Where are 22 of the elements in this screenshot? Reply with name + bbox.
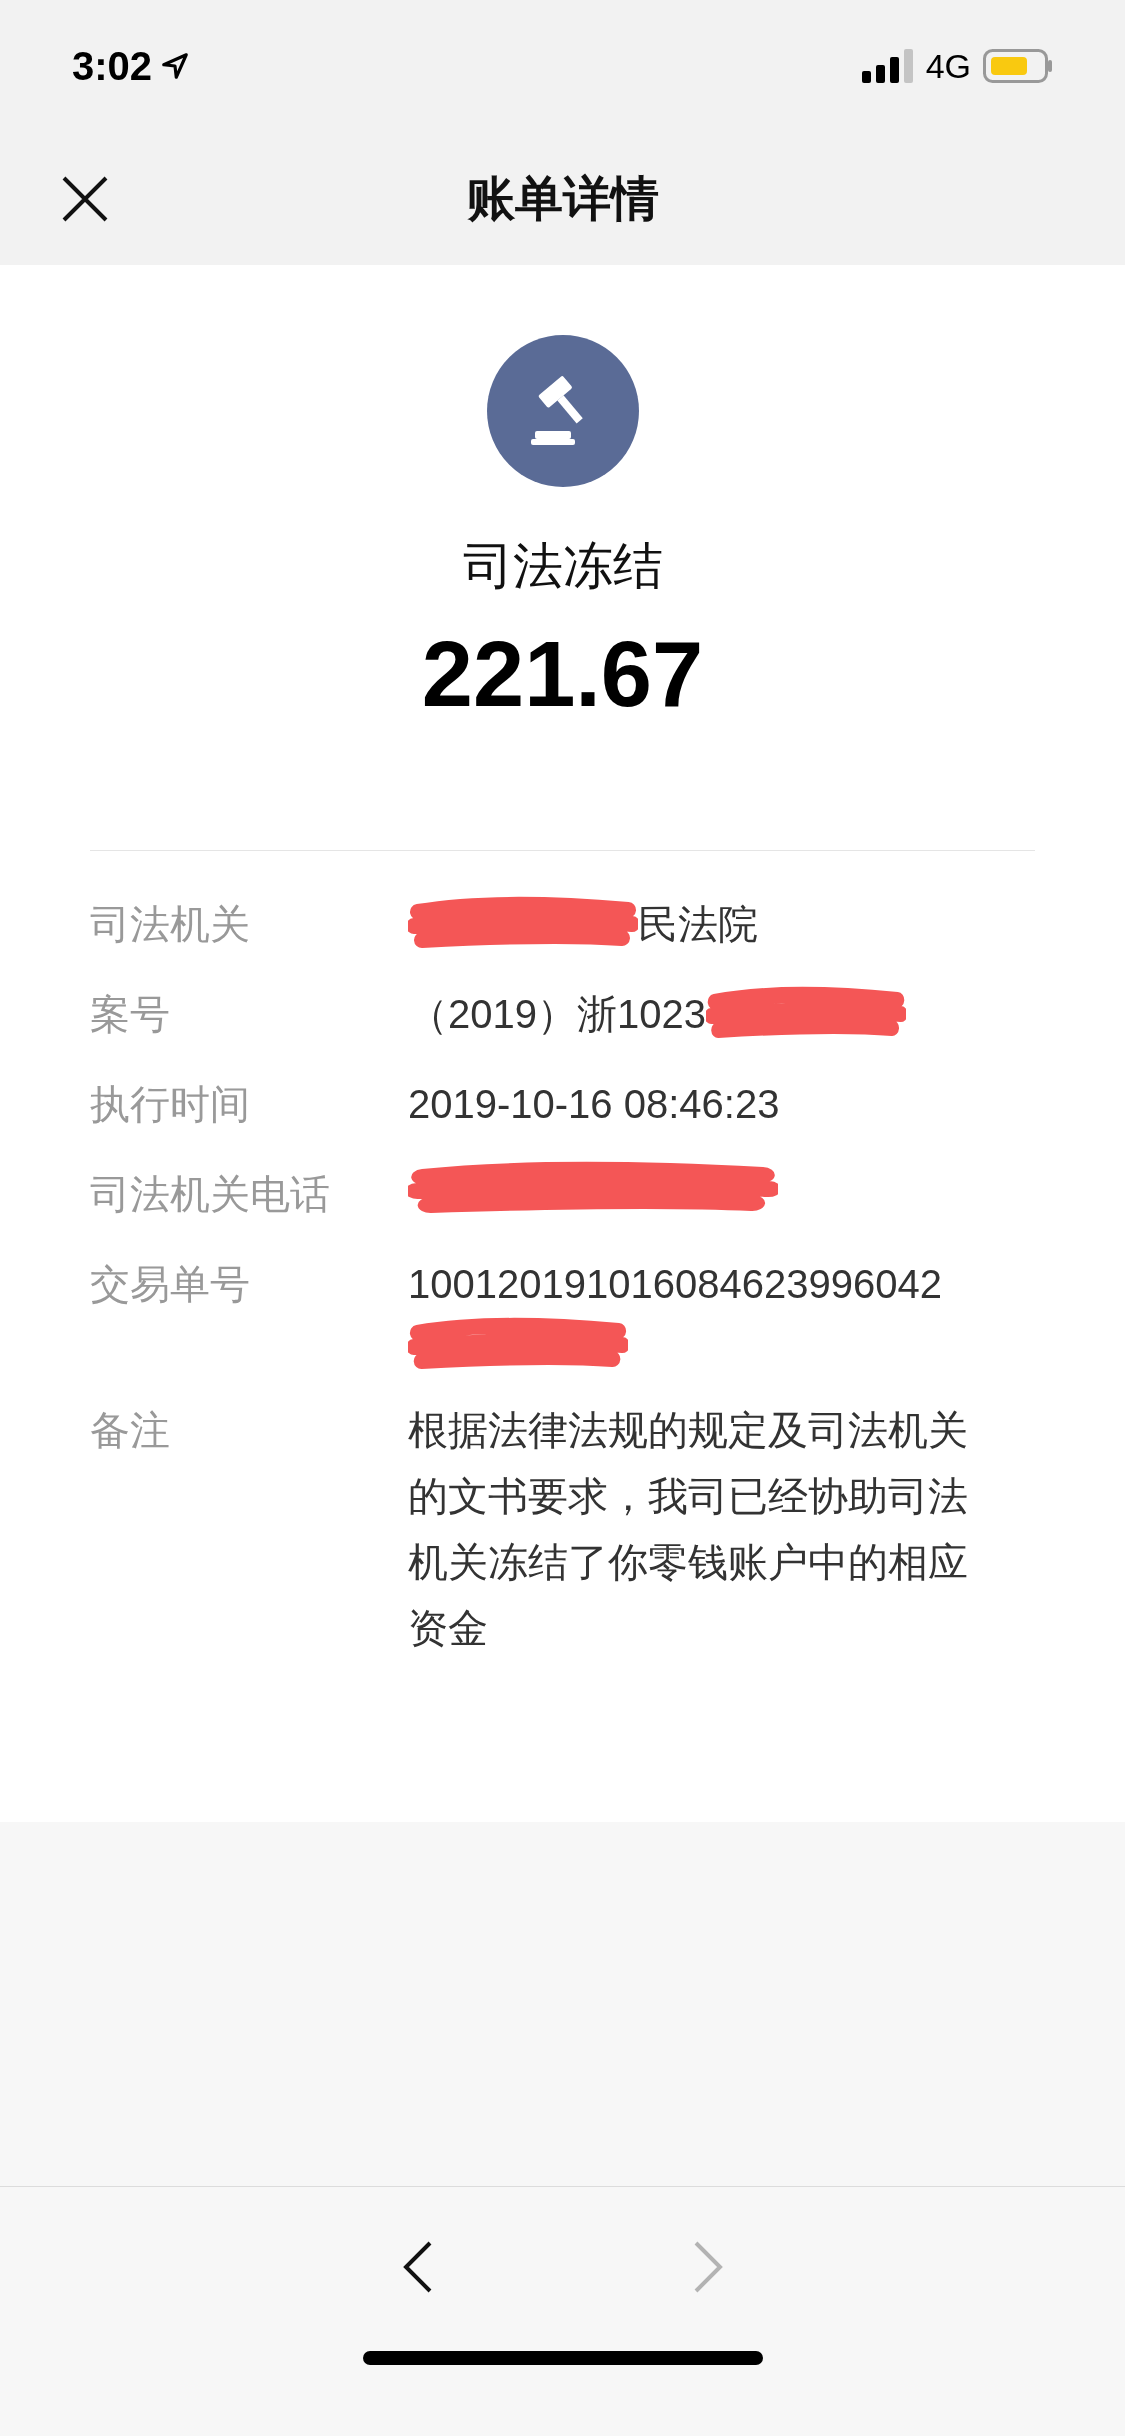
location-arrow-icon xyxy=(160,51,191,81)
detail-label: 备注 xyxy=(90,1407,171,1454)
detail-value: 民法院 xyxy=(638,901,758,948)
close-icon xyxy=(62,175,108,222)
page-title: 账单详情 xyxy=(466,170,659,227)
amount: 221.67 xyxy=(421,628,704,720)
chevron-left-icon xyxy=(402,2241,433,2293)
detail-label: 司法机关 xyxy=(90,901,251,948)
detail-value: 2019-10-16 08:46:23 xyxy=(408,1082,780,1126)
transaction-type: 司法冻结 xyxy=(462,537,663,596)
network-label: 4G xyxy=(925,45,971,87)
detail-label: 案号 xyxy=(90,991,171,1038)
signal-icon xyxy=(861,49,914,83)
detail-value: （2019）浙1023 xyxy=(408,991,706,1038)
detail-value: 根据法律法规的规定及司法机关的文书要求，我司已经协助司法机关冻结了你零钱账户中的相应资金 xyxy=(408,1408,968,1650)
status-time: 3:02 xyxy=(72,43,153,90)
detail-value: 100120191016084623996042 xyxy=(408,1261,943,1308)
chevron-right-icon xyxy=(692,2241,723,2293)
battery-icon xyxy=(983,49,1053,83)
detail-label: 司法机关电话 xyxy=(90,1171,331,1218)
detail-label: 执行时间 xyxy=(90,1081,251,1128)
detail-label: 交易单号 xyxy=(90,1261,251,1308)
